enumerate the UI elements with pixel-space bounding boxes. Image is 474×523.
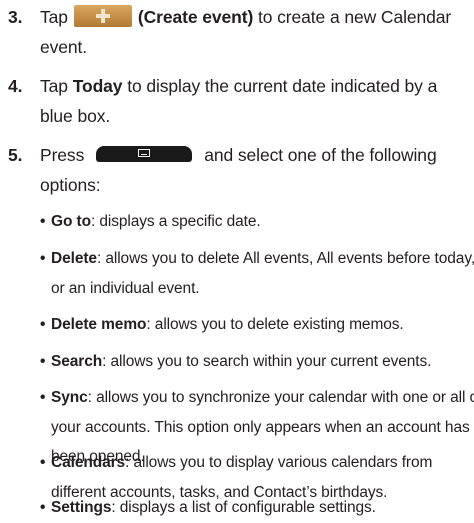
step-number: 5. xyxy=(8,145,23,165)
step-line: Press and select one of the following xyxy=(40,140,470,170)
manual-page: 3. Tap (Create event) to create a new Cal… xyxy=(0,0,474,522)
option-desc: your accounts. This option only appears … xyxy=(51,418,470,436)
option-desc: : allows you to delete All events, All e… xyxy=(96,250,474,267)
bullet-icon: • xyxy=(40,454,46,471)
step-line: Tap (Create event) to create a new Calend… xyxy=(40,2,470,32)
step-number: 4. xyxy=(8,76,23,96)
option-text: Delete: allows you to delete All events,… xyxy=(51,244,474,303)
step-line: options: xyxy=(40,175,101,195)
step-post-text: and select one of the following xyxy=(204,145,437,165)
bullet-icon: • xyxy=(40,316,46,333)
option-term: Settings xyxy=(51,499,112,516)
option-term: Go to xyxy=(51,213,91,230)
option-term: Calendars xyxy=(51,454,126,471)
option-text: Delete memo: allows you to delete existi… xyxy=(51,310,471,340)
step-line: Tap Today to display the current date in… xyxy=(40,71,470,101)
step-text: Tap Today to display the current date in… xyxy=(40,71,470,131)
option-text: Settings: displays a list of configurabl… xyxy=(51,493,471,523)
bullet-icon: • xyxy=(40,353,46,370)
option-term: Delete memo xyxy=(51,316,147,333)
step-pre-text: Tap xyxy=(40,7,68,27)
option-text: Go to: displays a specific date. xyxy=(51,207,471,237)
option-desc: or an individual event. xyxy=(51,279,200,297)
bullet-icon: • xyxy=(40,389,46,406)
option-desc: : allows you to search within your curre… xyxy=(102,353,432,370)
option-desc: : allows you to delete existing memos. xyxy=(146,316,404,333)
option-term: Search xyxy=(51,353,103,370)
bullet-icon: • xyxy=(40,499,46,516)
bullet-icon: • xyxy=(40,250,46,267)
step-post-text: to display the current date indicated by… xyxy=(122,76,438,96)
option-desc: : displays a specific date. xyxy=(90,213,261,230)
step-line: event. xyxy=(40,37,88,57)
step-line: blue box. xyxy=(40,106,111,126)
step-bold-term: Today xyxy=(72,76,123,96)
step-pre-text: Press xyxy=(40,145,85,165)
option-desc: : allows you to display various calendar… xyxy=(125,454,433,471)
menu-key-icon xyxy=(96,146,193,163)
bullet-icon: • xyxy=(40,213,46,230)
create-event-button-icon xyxy=(73,5,132,28)
option-text: Search: allows you to search within your… xyxy=(51,347,471,377)
step-number: 3. xyxy=(8,7,23,27)
step-post-text: to create a new Calendar xyxy=(253,7,452,27)
step-text: Tap (Create event) to create a new Calend… xyxy=(40,2,470,62)
step-bold-term: (Create event) xyxy=(137,7,254,27)
option-desc: : allows you to synchronize your calenda… xyxy=(87,389,474,406)
option-term: Sync xyxy=(51,389,88,406)
option-desc: : displays a list of configurable settin… xyxy=(111,499,376,516)
step-text: Press and select one of the following opt… xyxy=(40,140,470,200)
step-pre-text: Tap xyxy=(40,76,73,96)
option-term: Delete xyxy=(51,250,97,267)
